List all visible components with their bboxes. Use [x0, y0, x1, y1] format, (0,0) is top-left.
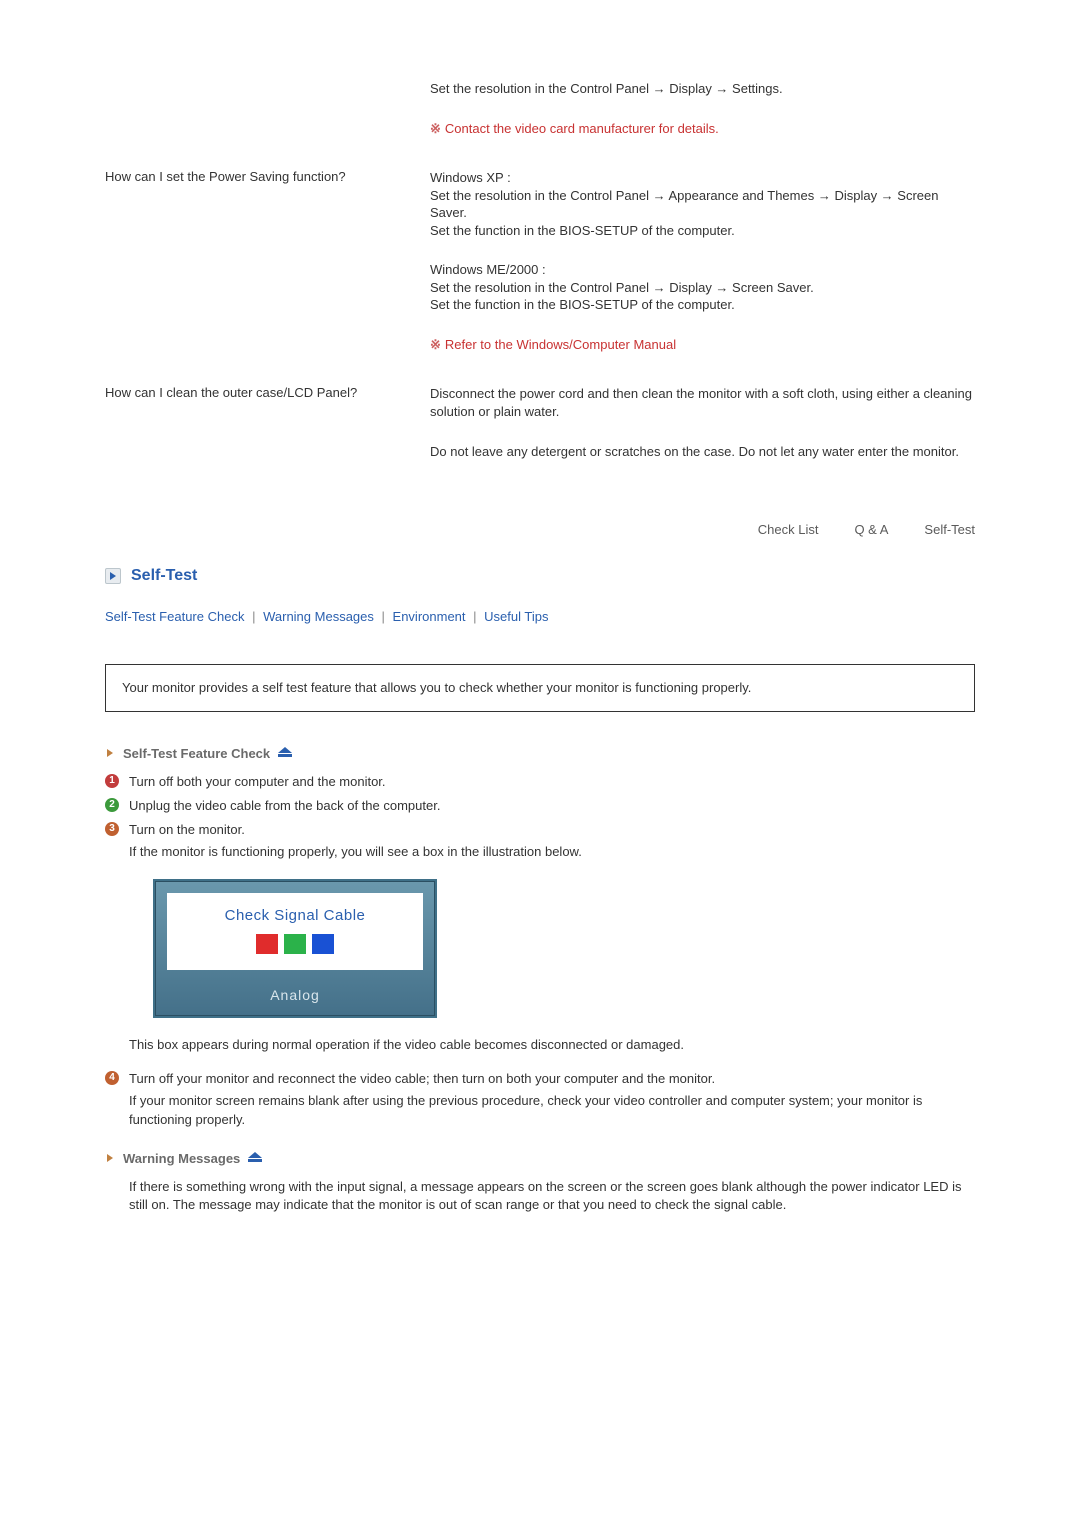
step-item: 2 Unplug the video cable from the back o…: [105, 797, 975, 815]
step-number-icon: 1: [105, 774, 119, 788]
illustration-color-boxes: [167, 934, 423, 954]
step-number-icon: 2: [105, 798, 119, 812]
section-subnav: Self-Test Feature Check | Warning Messag…: [105, 609, 975, 624]
info-box: Your monitor provides a self test featur…: [105, 664, 975, 712]
green-box-icon: [284, 934, 306, 954]
tab-selftest[interactable]: Self-Test: [924, 522, 975, 537]
note-marker-icon: ※: [430, 337, 445, 352]
blue-box-icon: [312, 934, 334, 954]
illustration-box: Check Signal Cable Analog: [153, 879, 437, 1018]
tab-checklist[interactable]: Check List: [758, 522, 819, 537]
qa-answer: Windows XP : Set the resolution in the C…: [430, 169, 975, 375]
note-marker-icon: ※: [430, 121, 445, 136]
subsection-title: Warning Messages: [123, 1151, 240, 1166]
red-box-icon: [256, 934, 278, 954]
qa-question: How can I set the Power Saving function?: [105, 169, 430, 375]
subsection-header-feature-check: Self-Test Feature Check: [105, 746, 975, 761]
subnav-tips[interactable]: Useful Tips: [484, 609, 548, 624]
subsection-title: Self-Test Feature Check: [123, 746, 270, 761]
qa-answer-text: Do not leave any detergent or scratches …: [430, 443, 975, 461]
section-title: Self-Test: [131, 567, 197, 585]
scroll-top-icon[interactable]: [248, 1152, 262, 1164]
step-item: 3 Turn on the monitor. If the monitor is…: [105, 821, 975, 1058]
step-text: Turn on the monitor. If the monitor is f…: [129, 821, 975, 1058]
subnav-selftest-feature[interactable]: Self-Test Feature Check: [105, 609, 244, 624]
subnav-warning[interactable]: Warning Messages: [263, 609, 374, 624]
warning-body: If there is something wrong with the inp…: [105, 1178, 975, 1214]
step-item: 1 Turn off both your computer and the mo…: [105, 773, 975, 791]
qa-row: How can I clean the outer case/LCD Panel…: [105, 385, 975, 482]
qa-answer-text: Windows XP : Set the resolution in the C…: [430, 169, 975, 239]
arrow-right-icon: [105, 1152, 117, 1164]
qa-row: Set the resolution in the Control Panel …: [105, 80, 975, 159]
qa-answer: Disconnect the power cord and then clean…: [430, 385, 975, 482]
qa-answer-text: Windows ME/2000 : Set the resolution in …: [430, 261, 975, 314]
step-number-icon: 4: [105, 1071, 119, 1085]
step-text: Turn off both your computer and the moni…: [129, 773, 975, 791]
qa-answer-text: Set the resolution in the Control Panel …: [430, 80, 975, 98]
section-header: Self-Test: [105, 567, 975, 585]
illustration-text: Check Signal Cable: [167, 905, 423, 926]
qa-row: How can I set the Power Saving function?…: [105, 169, 975, 375]
qa-question: [105, 80, 430, 159]
after-illustration-text: This box appears during normal operation…: [129, 1036, 975, 1054]
separator: |: [469, 609, 480, 624]
step-text: Turn off your monitor and reconnect the …: [129, 1070, 975, 1133]
step-text: Unplug the video cable from the back of …: [129, 797, 975, 815]
illustration-inner: Check Signal Cable: [167, 893, 423, 970]
separator: |: [248, 609, 259, 624]
qa-note: ※Contact the video card manufacturer for…: [430, 120, 975, 138]
scroll-top-icon[interactable]: [278, 747, 292, 759]
steps-list: 1 Turn off both your computer and the mo…: [105, 773, 975, 1133]
qa-question: How can I clean the outer case/LCD Panel…: [105, 385, 430, 482]
arrow-right-icon: [105, 568, 121, 584]
step-number-icon: 3: [105, 822, 119, 836]
qa-note: ※Refer to the Windows/Computer Manual: [430, 336, 975, 354]
step-item: 4 Turn off your monitor and reconnect th…: [105, 1070, 975, 1133]
subsection-header-warning: Warning Messages: [105, 1151, 975, 1166]
separator: |: [378, 609, 389, 624]
qa-answer-text: Disconnect the power cord and then clean…: [430, 385, 975, 420]
tab-qa[interactable]: Q & A: [854, 522, 888, 537]
illustration-footer: Analog: [155, 982, 435, 1016]
qa-answer: Set the resolution in the Control Panel …: [430, 80, 975, 159]
section-tabs: Check List Q & A Self-Test: [105, 522, 975, 537]
arrow-right-icon: [105, 747, 117, 759]
subnav-environment[interactable]: Environment: [393, 609, 466, 624]
